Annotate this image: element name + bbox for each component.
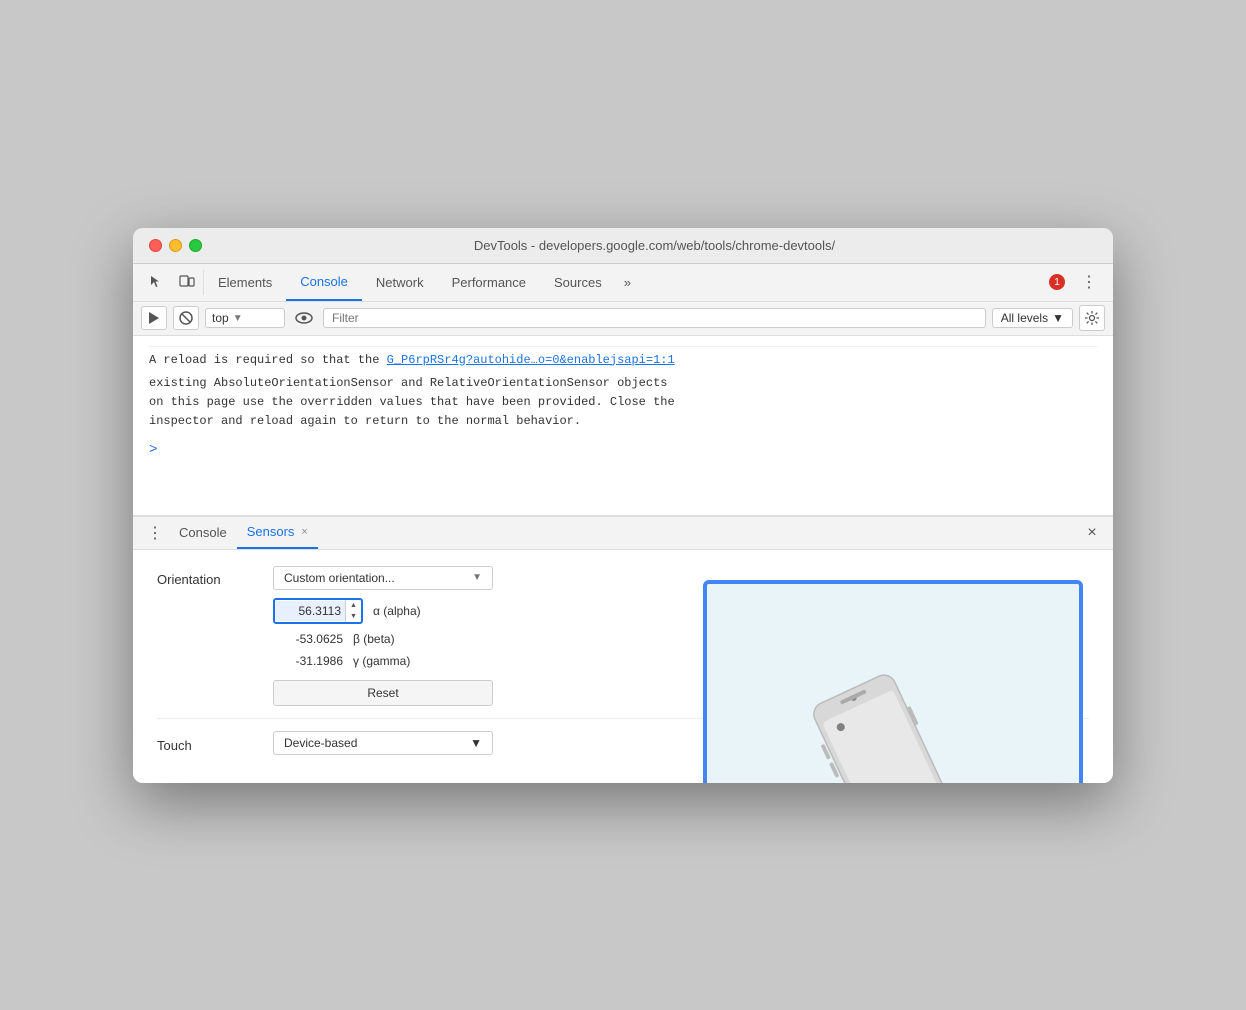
- touch-dropdown[interactable]: Device-based ▼: [273, 731, 493, 755]
- bottom-more-button[interactable]: ⋮: [141, 523, 169, 543]
- console-text-1: A reload is required so that the: [149, 353, 387, 367]
- tab-elements[interactable]: Elements: [204, 264, 286, 301]
- cursor-icon[interactable]: [141, 264, 171, 301]
- alpha-spinner-up[interactable]: ▲: [346, 600, 361, 611]
- console-text-4: inspector and reload again to return to …: [149, 412, 1097, 431]
- orientation-controls: Custom orientation... ▼ ▲ ▼: [273, 566, 493, 706]
- device-toggle-icon[interactable]: [171, 264, 203, 301]
- tab-sources[interactable]: Sources: [540, 264, 616, 301]
- alpha-spinner: ▲ ▼: [345, 600, 361, 622]
- alpha-row: ▲ ▼ α (alpha): [273, 598, 493, 624]
- alpha-input-wrap: ▲ ▼: [273, 598, 363, 624]
- console-link[interactable]: G_P6rpRSr4g?autohide…o=0&enablejsapi=1:1: [387, 353, 675, 367]
- levels-select[interactable]: All levels ▼: [992, 308, 1073, 328]
- window-title: DevTools - developers.google.com/web/too…: [212, 238, 1097, 253]
- run-button[interactable]: [141, 306, 167, 330]
- orientation-label: Orientation: [157, 566, 257, 587]
- toolbar-spacer: [639, 264, 1041, 301]
- sensors-panel: Orientation Custom orientation... ▼: [133, 550, 1113, 783]
- devtools-toolbar: Elements Console Network Performance Sou…: [133, 264, 1113, 302]
- maximize-dot[interactable]: [189, 239, 202, 252]
- error-badge[interactable]: 1: [1041, 264, 1073, 301]
- phone-viz-inner: [707, 584, 1079, 783]
- touch-label: Touch: [157, 732, 257, 753]
- alpha-spinner-down[interactable]: ▼: [346, 611, 361, 622]
- bottom-panel: ⋮ Console Sensors × × Orientation: [133, 516, 1113, 783]
- more-tabs-button[interactable]: »: [616, 264, 639, 301]
- touch-arrow-icon: ▼: [470, 736, 482, 750]
- tab-console-bottom[interactable]: Console: [169, 517, 237, 549]
- traffic-lights: [149, 239, 202, 252]
- levels-arrow-icon: ▼: [1052, 311, 1064, 325]
- filter-bar: top ▼ All levels ▼: [133, 302, 1113, 336]
- orientation-arrow-icon: ▼: [472, 572, 482, 583]
- beta-label: β (beta): [353, 632, 395, 646]
- context-select[interactable]: top ▼: [205, 308, 285, 328]
- console-prompt[interactable]: >: [149, 431, 1097, 461]
- gamma-row: -31.1986 γ (gamma): [273, 654, 493, 668]
- devtools-window: DevTools - developers.google.com/web/too…: [133, 228, 1113, 783]
- tab-performance[interactable]: Performance: [438, 264, 540, 301]
- tab-close-icon[interactable]: ×: [301, 526, 307, 538]
- tab-network[interactable]: Network: [362, 264, 438, 301]
- beta-row: -53.0625 β (beta): [273, 632, 493, 646]
- orientation-select-row: Custom orientation... ▼: [273, 566, 493, 590]
- console-text-3: on this page use the overridden values t…: [149, 393, 1097, 412]
- bottom-toolbar: ⋮ Console Sensors × ×: [133, 516, 1113, 550]
- reset-button[interactable]: Reset: [273, 680, 493, 706]
- orientation-dropdown[interactable]: Custom orientation... ▼: [273, 566, 493, 590]
- console-text-2: existing AbsoluteOrientationSensor and R…: [149, 374, 1097, 393]
- filter-input-wrap: [323, 308, 986, 328]
- alpha-input[interactable]: [275, 601, 345, 621]
- beta-value: -53.0625: [273, 632, 343, 646]
- panel-close-button[interactable]: ×: [1079, 520, 1105, 546]
- context-arrow-icon: ▼: [233, 313, 243, 324]
- titlebar: DevTools - developers.google.com/web/too…: [133, 228, 1113, 264]
- gamma-label: γ (gamma): [353, 654, 410, 668]
- close-dot[interactable]: [149, 239, 162, 252]
- gamma-value: -31.1986: [273, 654, 343, 668]
- error-circle: 1: [1049, 274, 1065, 290]
- console-message-1: A reload is required so that the G_P6rpR…: [149, 346, 1097, 374]
- phone-svg: [783, 620, 1003, 783]
- console-output: A reload is required so that the G_P6rpR…: [133, 336, 1113, 516]
- alpha-label: α (alpha): [373, 604, 421, 618]
- filter-input[interactable]: [332, 311, 977, 325]
- tab-console[interactable]: Console: [286, 264, 362, 301]
- settings-button[interactable]: [1079, 305, 1105, 331]
- tab-sensors[interactable]: Sensors ×: [237, 517, 318, 549]
- menu-button[interactable]: ⋮: [1073, 264, 1105, 301]
- eye-icon[interactable]: [291, 306, 317, 330]
- minimize-dot[interactable]: [169, 239, 182, 252]
- block-button[interactable]: [173, 306, 199, 330]
- phone-visualization: [703, 580, 1083, 783]
